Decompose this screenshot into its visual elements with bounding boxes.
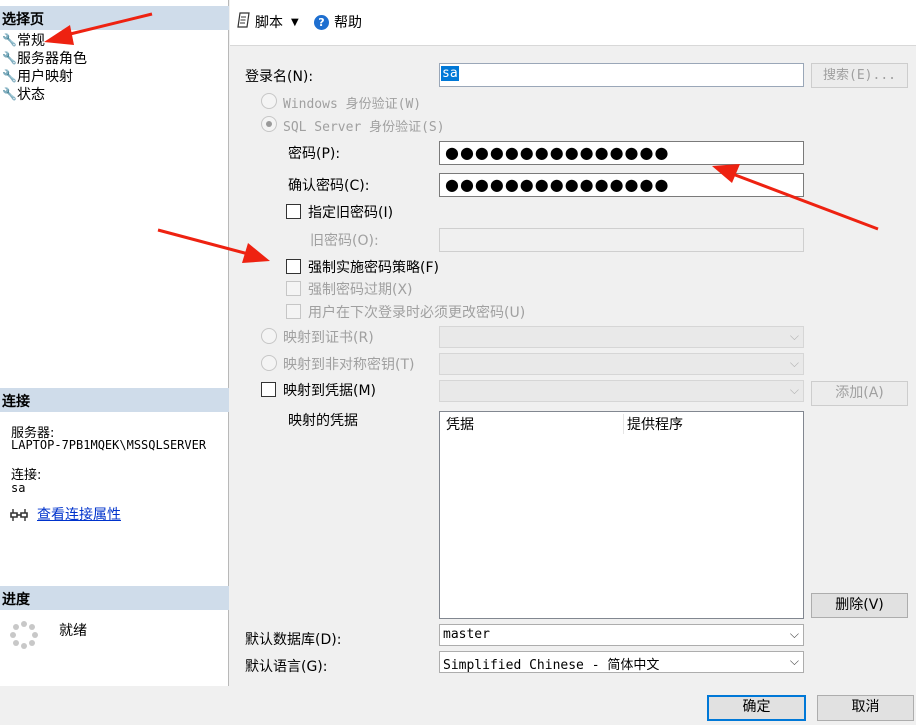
select-page-header: 选择页	[0, 6, 229, 30]
old-password-label: 旧密码(O):	[310, 233, 379, 249]
default-database-value: master	[443, 627, 490, 642]
view-connection-properties-link[interactable]: 查看连接属性	[37, 504, 121, 524]
map-certificate-label: 映射到证书(R)	[283, 330, 374, 346]
nav-item-label: 用户映射	[17, 69, 73, 85]
connection-value: sa	[11, 481, 26, 495]
nav-item-general[interactable]: 🔧 常规	[2, 31, 45, 49]
script-label: 脚本	[255, 15, 283, 31]
login-name-label: 登录名(N):	[245, 69, 314, 85]
chevron-down-icon[interactable]: ▼	[291, 17, 299, 28]
server-value: LAPTOP-7PB1MQEK\MSSQLSERVER	[11, 438, 207, 452]
enforce-expiration-label: 强制密码过期(X)	[308, 282, 413, 298]
wrench-icon: 🔧	[2, 51, 17, 65]
progress-status: 就绪	[59, 623, 87, 639]
specify-old-password-checkbox[interactable]	[286, 204, 301, 219]
script-icon	[236, 12, 250, 32]
map-asymmetric-key-radio[interactable]	[261, 355, 277, 371]
search-button[interactable]: 搜索(E)...	[811, 63, 908, 88]
login-name-input[interactable]: sa	[439, 63, 804, 87]
wrench-icon: 🔧	[2, 87, 17, 101]
must-change-label: 用户在下次登录时必须更改密码(U)	[308, 305, 526, 321]
mapped-credentials-label: 映射的凭据	[288, 413, 358, 429]
windows-auth-label: Windows 身份验证(W)	[283, 97, 422, 112]
must-change-checkbox[interactable]	[286, 304, 301, 319]
default-language-select[interactable]: Simplified Chinese - 简体中文 ⌵	[439, 651, 804, 673]
nav-item-label: 状态	[17, 87, 45, 103]
nav-item-user-mapping[interactable]: 🔧 用户映射	[2, 67, 73, 85]
chevron-down-icon: ⌵	[789, 627, 799, 641]
help-button[interactable]: ? 帮助	[314, 12, 362, 32]
enforce-password-policy-label: 强制实施密码策略(F)	[308, 260, 439, 276]
chevron-down-icon: ⌵	[789, 356, 799, 370]
credential-select[interactable]: ⌵	[439, 380, 804, 402]
column-header-provider[interactable]: 提供程序	[627, 414, 683, 434]
chevron-down-icon: ⌵	[789, 329, 799, 343]
default-database-select[interactable]: master ⌵	[439, 624, 804, 646]
nav-item-label: 服务器角色	[17, 51, 87, 67]
confirm-password-label: 确认密码(C):	[288, 178, 370, 194]
arrow-head	[242, 243, 270, 263]
default-language-label: 默认语言(G):	[245, 659, 328, 675]
cancel-button[interactable]: 取消	[817, 695, 914, 721]
sql-auth-label: SQL Server 身份验证(S)	[283, 120, 445, 135]
map-credential-label: 映射到凭据(M)	[283, 383, 377, 399]
map-credential-checkbox[interactable]	[261, 382, 276, 397]
certificate-select[interactable]: ⌵	[439, 326, 804, 348]
wrench-icon: 🔧	[2, 33, 17, 47]
ok-button[interactable]: 确定	[707, 695, 806, 721]
map-asymmetric-key-label: 映射到非对称密钥(T)	[283, 357, 415, 373]
chevron-down-icon: ⌵	[789, 654, 799, 668]
connection-header: 连接	[0, 388, 229, 412]
sql-auth-radio[interactable]	[261, 116, 277, 132]
default-database-label: 默认数据库(D):	[245, 632, 342, 648]
script-button[interactable]: 脚本 ▼	[236, 12, 299, 32]
help-label: 帮助	[334, 15, 362, 31]
remove-credential-button[interactable]: 删除(V)	[811, 593, 908, 618]
left-panel: 选择页 🔧 常规 🔧 服务器角色 🔧 用户映射 🔧 状态 连接 服务器: LAP…	[0, 0, 229, 686]
password-label: 密码(P):	[288, 146, 341, 162]
enforce-password-policy-checkbox[interactable]	[286, 259, 301, 274]
password-value: ●●●●●●●●●●●●●●●	[445, 143, 670, 162]
login-name-value: sa	[441, 66, 459, 81]
old-password-input[interactable]	[439, 228, 804, 252]
asymmetric-key-select[interactable]: ⌵	[439, 353, 804, 375]
windows-auth-radio[interactable]	[261, 93, 277, 109]
column-header-credential[interactable]: 凭据	[446, 414, 474, 434]
nav-item-label: 常规	[17, 33, 45, 49]
map-certificate-radio[interactable]	[261, 328, 277, 344]
default-language-value: Simplified Chinese - 简体中文	[443, 658, 660, 673]
connection-properties-icon	[9, 507, 29, 523]
help-icon: ?	[314, 14, 329, 30]
confirm-password-value: ●●●●●●●●●●●●●●●	[445, 175, 670, 194]
toolbar: 脚本 ▼ ? 帮助	[230, 0, 916, 46]
confirm-password-input[interactable]: ●●●●●●●●●●●●●●●	[439, 173, 804, 197]
wrench-icon: 🔧	[2, 69, 17, 83]
specify-old-password-label: 指定旧密码(I)	[308, 205, 394, 221]
chevron-down-icon: ⌵	[789, 383, 799, 397]
progress-header: 进度	[0, 586, 229, 610]
enforce-expiration-checkbox[interactable]	[286, 281, 301, 296]
password-input[interactable]: ●●●●●●●●●●●●●●●	[439, 141, 804, 165]
column-divider	[623, 414, 624, 434]
mapped-credentials-list[interactable]: 凭据 提供程序	[439, 411, 804, 619]
nav-item-server-roles[interactable]: 🔧 服务器角色	[2, 49, 87, 67]
progress-spinner-icon	[9, 620, 39, 650]
nav-item-status[interactable]: 🔧 状态	[2, 85, 45, 103]
add-credential-button[interactable]: 添加(A)	[811, 381, 908, 406]
